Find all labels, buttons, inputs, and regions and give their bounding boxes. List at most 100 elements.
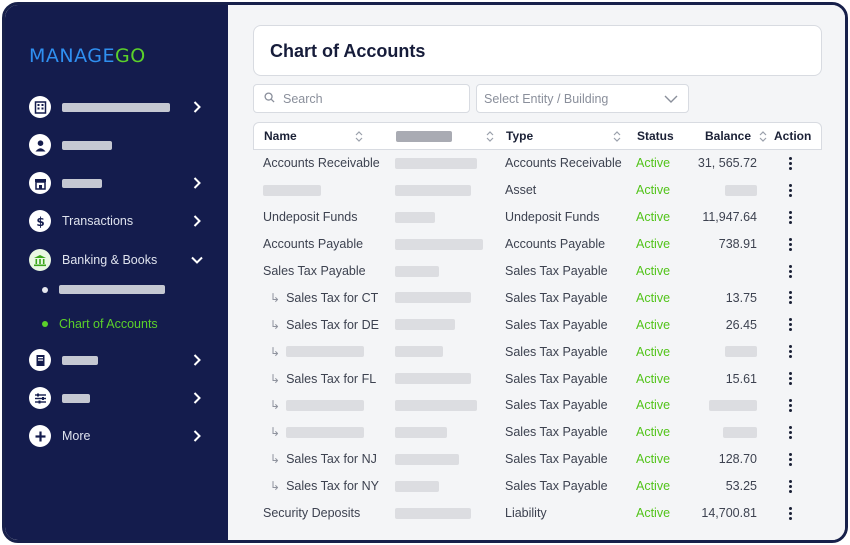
chevron-right-icon[interactable] [190, 214, 204, 228]
column-status[interactable]: Status [637, 123, 674, 149]
chevron-right-icon[interactable] [190, 176, 204, 190]
search-box[interactable] [253, 84, 470, 113]
nav-documents-label-placeholder [62, 355, 98, 365]
more-options-icon[interactable] [783, 183, 797, 197]
cell-balance: 738.91 [677, 231, 757, 258]
more-options-icon[interactable] [783, 372, 797, 386]
more-options-icon[interactable] [783, 156, 797, 170]
balance-placeholder [725, 184, 757, 196]
nav-people[interactable] [29, 132, 204, 158]
table-row[interactable]: Sales Tax Payable Sales Tax Payable Active [253, 258, 822, 285]
chevron-right-icon[interactable] [190, 100, 204, 114]
more-options-icon[interactable] [783, 425, 797, 439]
more-options-icon[interactable] [783, 264, 797, 278]
nav-banking[interactable]: Banking & Books [29, 247, 204, 273]
column-name-label: Name [264, 129, 297, 143]
title-card: Chart of Accounts [253, 25, 822, 76]
balance-value: 15.61 [725, 371, 757, 386]
cell-type: Asset [505, 183, 537, 198]
redacted-placeholder [395, 211, 435, 223]
more-options-icon[interactable] [783, 479, 797, 493]
cell-hidden [395, 446, 459, 473]
status-badge: Active [636, 425, 671, 440]
account-name: Accounts Receivable [263, 156, 380, 171]
logo-part2: GO [115, 45, 146, 67]
cell-name: Security Deposits [263, 500, 360, 527]
table-row[interactable]: Asset Active [253, 177, 822, 204]
column-name[interactable]: Name [264, 123, 363, 149]
cell-hidden [395, 365, 471, 392]
cell-name: ↳ Sales Tax for DE [270, 311, 379, 338]
cell-name: Sales Tax Payable [263, 258, 366, 285]
more-options-icon[interactable] [783, 210, 797, 224]
cell-name: ↳ Sales Tax for FL [270, 365, 376, 392]
cell-name: ↳ [270, 338, 365, 365]
more-options-icon[interactable] [783, 318, 797, 332]
nav-more[interactable]: More [29, 423, 204, 449]
cell-action [783, 473, 797, 500]
table-row[interactable]: Undeposit Funds Undeposit Funds Active 11,9… [253, 204, 822, 231]
chevron-right-icon[interactable] [190, 429, 204, 443]
cell-type: Sales Tax Payable [505, 398, 608, 413]
table-row[interactable]: ↳ Sales Tax for DE Sales Tax Payable Active… [253, 311, 822, 338]
cell-name: ↳ [270, 419, 365, 446]
redacted-placeholder [395, 292, 471, 304]
more-options-icon[interactable] [783, 237, 797, 251]
balance-value: 26.45 [725, 317, 757, 332]
table-row[interactable]: ↳ Sales Tax Payable Active [253, 338, 822, 365]
balance-value: 11,947.64 [702, 210, 757, 225]
more-options-icon[interactable] [783, 506, 797, 520]
sub-account-arrow-icon: ↳ [270, 398, 281, 413]
table-row[interactable]: Accounts Payable Accounts Payable Active 73… [253, 231, 822, 258]
sort-icon[interactable] [355, 130, 363, 142]
table-row[interactable]: ↳ Sales Tax Payable Active [253, 392, 822, 419]
balance-placeholder [709, 399, 757, 411]
table-header: Name Type Status Balance Action [253, 122, 822, 150]
cell-hidden [395, 419, 447, 446]
table-row[interactable]: ↳ Sales Tax for NY Sales Tax Payable Active… [253, 473, 822, 500]
entity-select[interactable]: Select Entity / Building [476, 84, 689, 113]
sort-icon[interactable] [613, 130, 621, 142]
sub-account-arrow-icon: ↳ [270, 452, 281, 467]
chevron-right-icon[interactable] [190, 353, 204, 367]
search-icon [264, 90, 275, 108]
column-status-label: Status [637, 129, 674, 143]
nav-properties[interactable] [29, 94, 204, 120]
sort-icon[interactable] [486, 130, 494, 142]
column-type[interactable]: Type [506, 123, 621, 149]
table-row[interactable]: Security Deposits Liability Active 14,700.8… [253, 500, 822, 527]
chevron-down-icon[interactable] [190, 253, 204, 267]
status-badge: Active [636, 156, 671, 171]
search-input[interactable] [283, 91, 453, 106]
nav-properties-label-placeholder [62, 102, 170, 112]
table-row[interactable]: ↳ Sales Tax for FL Sales Tax Payable Active… [253, 365, 822, 392]
more-options-icon[interactable] [783, 345, 797, 359]
more-options-icon[interactable] [783, 398, 797, 412]
redacted-placeholder [395, 265, 439, 277]
cell-balance: 14,700.81 [677, 500, 757, 527]
cell-balance: 13.75 [677, 284, 757, 311]
sort-icon[interactable] [759, 130, 767, 142]
sidebar-subitem-chart-of-accounts[interactable]: Chart of Accounts [42, 317, 158, 331]
account-name: Accounts Payable [263, 237, 364, 252]
nav-transactions[interactable]: $ Transactions [29, 208, 204, 234]
table-row[interactable]: ↳ Sales Tax Payable Active [253, 419, 822, 446]
account-name-placeholder [286, 346, 365, 358]
bullet-icon [42, 321, 48, 327]
nav-documents[interactable] [29, 347, 204, 373]
table-row[interactable]: ↳ Sales Tax for CT Sales Tax Payable Active… [253, 284, 822, 311]
column-balance[interactable]: Balance [705, 123, 767, 149]
nav-leasing[interactable] [29, 170, 204, 196]
table-row[interactable]: ↳ Sales Tax for NJ Sales Tax Payable Active… [253, 446, 822, 473]
chevron-right-icon[interactable] [190, 391, 204, 405]
nav-settings[interactable] [29, 385, 204, 411]
sidebar-subitem[interactable] [42, 285, 165, 294]
table-row[interactable]: Accounts Receivable Accounts Receivable Ac… [253, 150, 822, 177]
logo-part1: MANAGE [29, 45, 115, 67]
more-options-icon[interactable] [783, 291, 797, 305]
more-options-icon[interactable] [783, 452, 797, 466]
status-badge: Active [636, 371, 671, 386]
account-name: Sales Tax for CT [286, 290, 379, 305]
cell-type: Sales Tax Payable [505, 317, 608, 332]
column-hidden[interactable] [396, 123, 494, 149]
